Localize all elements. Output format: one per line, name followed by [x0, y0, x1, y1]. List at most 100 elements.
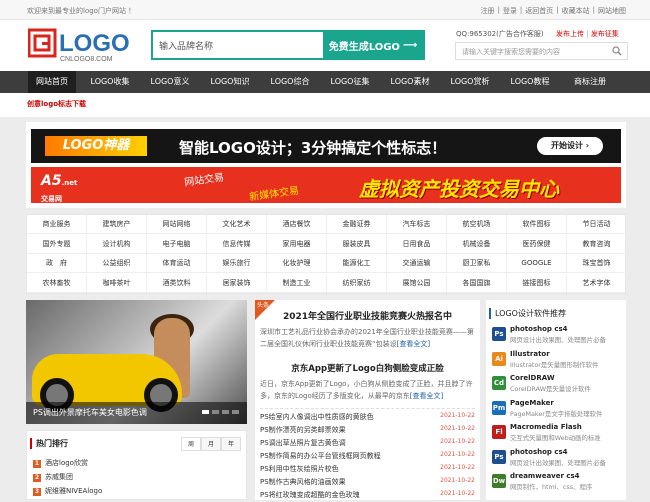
category-link[interactable]: 体育运动: [147, 254, 207, 273]
category-link[interactable]: 国外专题: [27, 234, 87, 254]
software-item[interactable]: Ai Illustrator Illustrator是矢量图形制作软件: [492, 349, 622, 373]
software-item[interactable]: Cd CorelDRAW CorelDRAW是矢量设计软件: [492, 373, 622, 397]
hot-item[interactable]: 1 酒店logo欣赏: [33, 458, 88, 468]
category-link[interactable]: 制造工业: [267, 273, 327, 293]
software-item[interactable]: Ps photoshop cs4 网页设计出效果图、处理图片必备: [492, 324, 622, 348]
register-link[interactable]: 注册: [481, 6, 495, 16]
logo-sub: CNLOGO8.COM: [60, 56, 113, 63]
start-design-button[interactable]: 开始设计 ›: [537, 137, 603, 155]
category-link[interactable]: 建筑房产: [87, 215, 147, 234]
tab-month[interactable]: 月: [201, 437, 221, 451]
category-link[interactable]: 能源化工: [327, 254, 387, 273]
news-item[interactable]: PS利用中性灰绘照片校色 2021-10-22: [260, 464, 475, 476]
category-link[interactable]: 金融证券: [327, 215, 387, 234]
software-name: Illustrator: [510, 349, 550, 358]
sitemap-link[interactable]: 网站地图: [598, 6, 626, 16]
category-link[interactable]: GOOGLE: [507, 254, 567, 273]
category-link[interactable]: 设计机构: [87, 234, 147, 254]
news-item[interactable]: PS制作漂亮的另类邮票效果 2021-10-22: [260, 425, 475, 437]
nav-logo-collect[interactable]: LOGO收集: [80, 71, 140, 93]
category-link[interactable]: 居家装饰: [207, 273, 267, 293]
category-link[interactable]: 日用食品: [387, 234, 447, 254]
category-link[interactable]: 机械设备: [447, 234, 507, 254]
news-item[interactable]: PS将红玫瑰变成超酷的金色玫瑰 2021-10-22: [260, 490, 475, 502]
generate-logo-button[interactable]: 免费生成LOGO ⟶: [323, 32, 423, 58]
brand-name-input[interactable]: [159, 37, 329, 53]
category-link[interactable]: 交通运输: [387, 254, 447, 273]
headline-title-1[interactable]: 2021年全国行业职业技能竞赛火热报名中: [255, 309, 480, 322]
nav-trademark[interactable]: 商标注册: [560, 71, 620, 93]
news-item[interactable]: PS调出草丛照片复古黄色调 2021-10-22: [260, 438, 475, 450]
category-link[interactable]: 商业服务: [27, 215, 87, 234]
home-link[interactable]: 返回首页: [525, 6, 553, 16]
news-item[interactable]: PS制作简易的办公平台管线框网页教程 2021-10-22: [260, 451, 475, 463]
category-link[interactable]: 农林畜牧: [27, 273, 87, 293]
site-search-input[interactable]: 请输入关键字搜索您需要的内容: [455, 42, 628, 60]
category-link[interactable]: 汽车标志: [387, 215, 447, 234]
category-link[interactable]: 咖啡茶叶: [87, 273, 147, 293]
read-more-link[interactable]: [查看全文]: [410, 392, 443, 400]
nav-logo-knowledge[interactable]: LOGO知识: [200, 71, 260, 93]
logo-tool-banner[interactable]: LOGO神器 智能LOGO设计；3分钟搞定个性标志！ 开始设计 ›: [31, 129, 621, 163]
favorite-link[interactable]: 收藏本站: [562, 6, 590, 16]
category-link[interactable]: 节日活动: [567, 215, 627, 234]
site-logo[interactable]: LOGO CNLOGO8.COM: [27, 27, 140, 63]
sep: |: [592, 6, 595, 14]
software-item[interactable]: Ps photoshop cs4 网页设计出效果图、处理图片必备: [492, 447, 622, 471]
software-item[interactable]: Fl Macromedia Flash 交互式矢量图和Web动画的标准: [492, 422, 622, 446]
category-link[interactable]: 医药保健: [507, 234, 567, 254]
slide-dot-3[interactable]: [222, 410, 229, 414]
category-link[interactable]: 酒店餐饮: [267, 215, 327, 234]
tab-week[interactable]: 周: [181, 437, 201, 451]
read-more-link[interactable]: [查看全文]: [397, 340, 430, 348]
category-link[interactable]: 信息传媒: [207, 234, 267, 254]
category-link[interactable]: 软件图标: [507, 215, 567, 234]
news-item[interactable]: PS制作古典风格的油画效果 2021-10-22: [260, 477, 475, 489]
slide-dot-4[interactable]: [232, 410, 239, 414]
hot-item[interactable]: 2 苏威集团: [33, 472, 73, 482]
publish-collect-link[interactable]: 发布征集: [591, 30, 619, 38]
category-link[interactable]: 政 府: [27, 254, 87, 273]
software-item[interactable]: Dw dreamweaver cs4 网页制作，html、css、程序: [492, 471, 622, 495]
category-link[interactable]: 展馆公园: [387, 273, 447, 293]
news-item[interactable]: PS绘室内人像调出中性质感的黄肤色 2021-10-22: [260, 412, 475, 424]
publish-upload-link[interactable]: 发布上传: [556, 30, 584, 38]
category-link[interactable]: 文化艺术: [207, 215, 267, 234]
publish-links: 发布上传 | 发布征集: [556, 29, 619, 39]
category-link[interactable]: 珠宝首饰: [567, 254, 627, 273]
nav-logo-solicit[interactable]: LOGO征集: [320, 71, 380, 93]
category-link[interactable]: 娱乐旅行: [207, 254, 267, 273]
category-link[interactable]: 酒类饮料: [147, 273, 207, 293]
nav-logo-material[interactable]: LOGO素材: [380, 71, 440, 93]
a5-trade-banner[interactable]: A5.net 交易网 网站交易 新媒体交易 虚拟资产投资交易中心: [31, 167, 621, 203]
sub-nav-download-link[interactable]: 创意logo标志下载: [27, 99, 86, 109]
headline-title-2[interactable]: 京东App更新了Logo白狗侧脸变成正脸: [255, 362, 480, 374]
category-link[interactable]: 服装皮具: [327, 234, 387, 254]
nav-logo-general[interactable]: LOGO综合: [260, 71, 320, 93]
nav-logo-appreciate[interactable]: LOGO赏析: [440, 71, 500, 93]
login-link[interactable]: 登录: [503, 6, 517, 16]
image-slider[interactable]: PS调出外景摩托车美女电影色调: [26, 300, 247, 424]
category-link[interactable]: 各国国旗: [447, 273, 507, 293]
software-icon: Ps: [492, 449, 506, 464]
category-link[interactable]: 电子电脑: [147, 234, 207, 254]
nav-home[interactable]: 网站首页: [28, 71, 76, 93]
tab-year[interactable]: 年: [221, 437, 241, 451]
category-link[interactable]: 链接图标: [507, 273, 567, 293]
category-link[interactable]: 艺术字体: [567, 273, 627, 293]
nav-logo-tutorial[interactable]: LOGO教程: [500, 71, 560, 93]
slide-dot-2[interactable]: [212, 410, 219, 414]
category-link[interactable]: 网站网络: [147, 215, 207, 234]
search-icon[interactable]: [612, 46, 622, 56]
hot-item[interactable]: 3 妮维雅NIVEAlogo: [33, 486, 102, 496]
category-link[interactable]: 教育咨询: [567, 234, 627, 254]
category-link[interactable]: 公益组织: [87, 254, 147, 273]
category-link[interactable]: 航空机场: [447, 215, 507, 234]
category-link[interactable]: 家用电器: [267, 234, 327, 254]
category-link[interactable]: 化妆护理: [267, 254, 327, 273]
category-link[interactable]: 厨卫家私: [447, 254, 507, 273]
slide-dot-1[interactable]: [202, 410, 209, 414]
nav-logo-meaning[interactable]: LOGO意义: [140, 71, 200, 93]
software-item[interactable]: Pm PageMaker PageMaker是文字排版处理软件: [492, 398, 622, 422]
category-link[interactable]: 纺织家纺: [327, 273, 387, 293]
